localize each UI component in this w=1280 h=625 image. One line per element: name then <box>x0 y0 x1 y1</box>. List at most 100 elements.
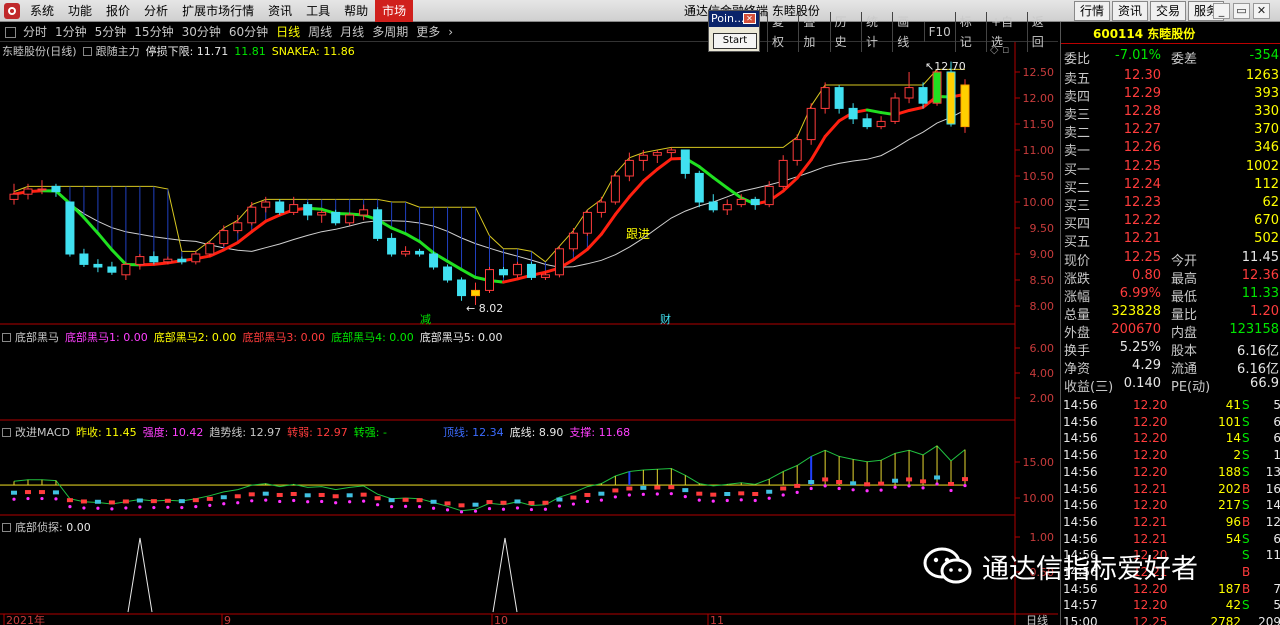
macd-dot <box>823 484 827 488</box>
tab-60min[interactable]: 60分钟 <box>225 22 272 42</box>
tab-daily[interactable]: 日线 <box>272 22 304 42</box>
macd-bar <box>934 475 941 480</box>
ind1-toggle-icon[interactable] <box>2 332 11 342</box>
menu-system[interactable]: 系统 <box>23 0 61 22</box>
ind2-toggle-icon[interactable] <box>2 427 11 437</box>
indicator-toggle-icon[interactable] <box>82 46 92 56</box>
date-label: 11 <box>710 614 724 625</box>
ind1-l2: 底部黑马2: 0.00 <box>153 331 237 344</box>
tick-price: 12.20 <box>1133 448 1168 463</box>
tab-more[interactable]: 更多 <box>412 22 444 42</box>
macd-dot <box>529 507 534 512</box>
tab-15min[interactable]: 15分钟 <box>130 22 177 42</box>
close-icon[interactable]: ✕ <box>1253 3 1270 19</box>
chart-toolbar: 分时 1分钟 5分钟 15分钟 30分钟 60分钟 日线 周线 月线 多周期 更… <box>0 12 1058 52</box>
macd-dot <box>655 492 659 496</box>
candle-body <box>275 201 285 213</box>
macd-bar <box>906 477 913 482</box>
stock-code: 600114 东睦股份 <box>1093 27 1196 41</box>
main-indicator-name[interactable]: 跟随主力 <box>96 43 140 59</box>
candle-body <box>219 230 229 245</box>
macd-bar <box>136 498 143 503</box>
wb-row: 委比 -7.01% 委差 -354 <box>1061 48 1280 67</box>
toolbar-toggle-icon[interactable] <box>5 26 16 38</box>
candle-body <box>820 87 830 109</box>
stat-row: 总量 323828 量比 1.20 <box>1061 304 1280 323</box>
ind3-name[interactable]: 底部侦探 <box>15 519 59 535</box>
macd-dot <box>417 505 422 509</box>
menu-function[interactable]: 功能 <box>61 0 99 22</box>
macd-dot <box>431 506 436 510</box>
menu-tools[interactable]: 工具 <box>299 0 337 22</box>
kline-chart[interactable]: 12.50 12.00 11.50 11.00 10.50 10.00 9.50 9.00 8.… <box>0 42 1058 625</box>
menu-button-news[interactable]: 资讯 <box>1112 1 1149 21</box>
macd-bar <box>80 499 87 504</box>
ind1-axis-label: 4.00 <box>1030 367 1055 380</box>
macd-dot <box>278 499 282 504</box>
snake-segment <box>571 247 589 262</box>
tab-intraday[interactable]: 分时 <box>19 22 51 42</box>
ind1-name[interactable]: 底部黑马 <box>15 329 59 345</box>
ind3-toggle-icon[interactable] <box>2 522 11 532</box>
menu-analysis[interactable]: 分析 <box>137 0 175 22</box>
popup-close-icon[interactable]: ✕ <box>743 13 756 24</box>
macd-bar <box>514 499 521 504</box>
menu-quote[interactable]: 报价 <box>99 0 137 22</box>
tab-5min[interactable]: 5分钟 <box>91 22 131 42</box>
ask-price: 12.28 <box>1123 104 1161 119</box>
macd-bar <box>346 493 353 498</box>
macd-dot <box>571 502 576 506</box>
tick-count: 16 <box>1265 481 1280 496</box>
menu-news[interactable]: 资讯 <box>261 0 299 22</box>
tick-volume: 188 <box>1218 464 1241 479</box>
tab-monthly[interactable]: 月线 <box>336 22 368 42</box>
bid-volume: 502 <box>1254 231 1279 246</box>
start-button[interactable]: Start <box>713 33 757 49</box>
macd-dot <box>54 497 58 501</box>
ask-price: 12.29 <box>1123 86 1161 101</box>
tick-count: 6 <box>1273 414 1280 429</box>
macd-dot <box>683 494 687 499</box>
macd-bar <box>164 498 171 503</box>
macd-bar <box>374 496 381 501</box>
tab-multi-period[interactable]: 多周期 <box>368 22 412 42</box>
candle-body <box>904 87 914 99</box>
fin-label: 换手 <box>1064 344 1091 359</box>
bid-label: 买一 <box>1064 163 1091 178</box>
chevron-right-icon[interactable]: › <box>444 22 457 42</box>
candle-body <box>554 248 564 276</box>
macd-bar <box>108 500 115 505</box>
menu-market[interactable]: 市场 <box>375 0 414 22</box>
ind2-bottom: 底线: 8.90 <box>509 426 564 439</box>
tab-30min[interactable]: 30分钟 <box>178 22 225 42</box>
main-menu: 系统 功能 报价 分析 扩展市场行情 资讯 工具 帮助 市场 <box>4 0 414 22</box>
tick-count: 5 <box>1273 398 1280 412</box>
menu-help[interactable]: 帮助 <box>337 0 375 22</box>
tool-f10[interactable]: F10 <box>923 22 955 42</box>
menu-button-trade[interactable]: 交易 <box>1150 1 1187 21</box>
tick-price: 12.20 <box>1133 598 1168 613</box>
fin-value: 4.29 <box>1132 358 1161 373</box>
tab-weekly[interactable]: 周线 <box>304 22 336 42</box>
maximize-icon[interactable]: ▭ <box>1233 3 1250 19</box>
macd-dot <box>697 498 701 502</box>
main-header: 东睦股份(日线) 跟随主力 停损下限: 11.71 11.81 SNAKEA: … <box>2 43 361 59</box>
tab-1min[interactable]: 1分钟 <box>51 22 91 42</box>
macd-dot <box>613 495 617 499</box>
tick-row: 14:56 12.20 14 S 6 <box>1061 431 1280 447</box>
tick-row: 14:57 12.20 42 S 5 <box>1061 598 1280 614</box>
stat-value2: 1.20 <box>1250 304 1279 319</box>
tick-count: 5 <box>1273 598 1280 613</box>
candle-body <box>918 87 928 104</box>
macd-bar <box>752 492 759 497</box>
macd-dot <box>739 498 743 502</box>
minimize-icon[interactable]: _ <box>1213 3 1230 19</box>
snake-segment <box>655 157 673 171</box>
menu-extended-market[interactable]: 扩展市场行情 <box>175 0 261 22</box>
date-label: 2021年 <box>6 613 45 625</box>
main-axis-label: 9.00 <box>1030 248 1055 261</box>
menu-button-quotes[interactable]: 行情 <box>1074 1 1111 21</box>
fin-value: 5.25% <box>1119 340 1161 355</box>
ind2-name[interactable]: 改进MACD <box>15 424 70 440</box>
macd-bar <box>808 480 815 485</box>
